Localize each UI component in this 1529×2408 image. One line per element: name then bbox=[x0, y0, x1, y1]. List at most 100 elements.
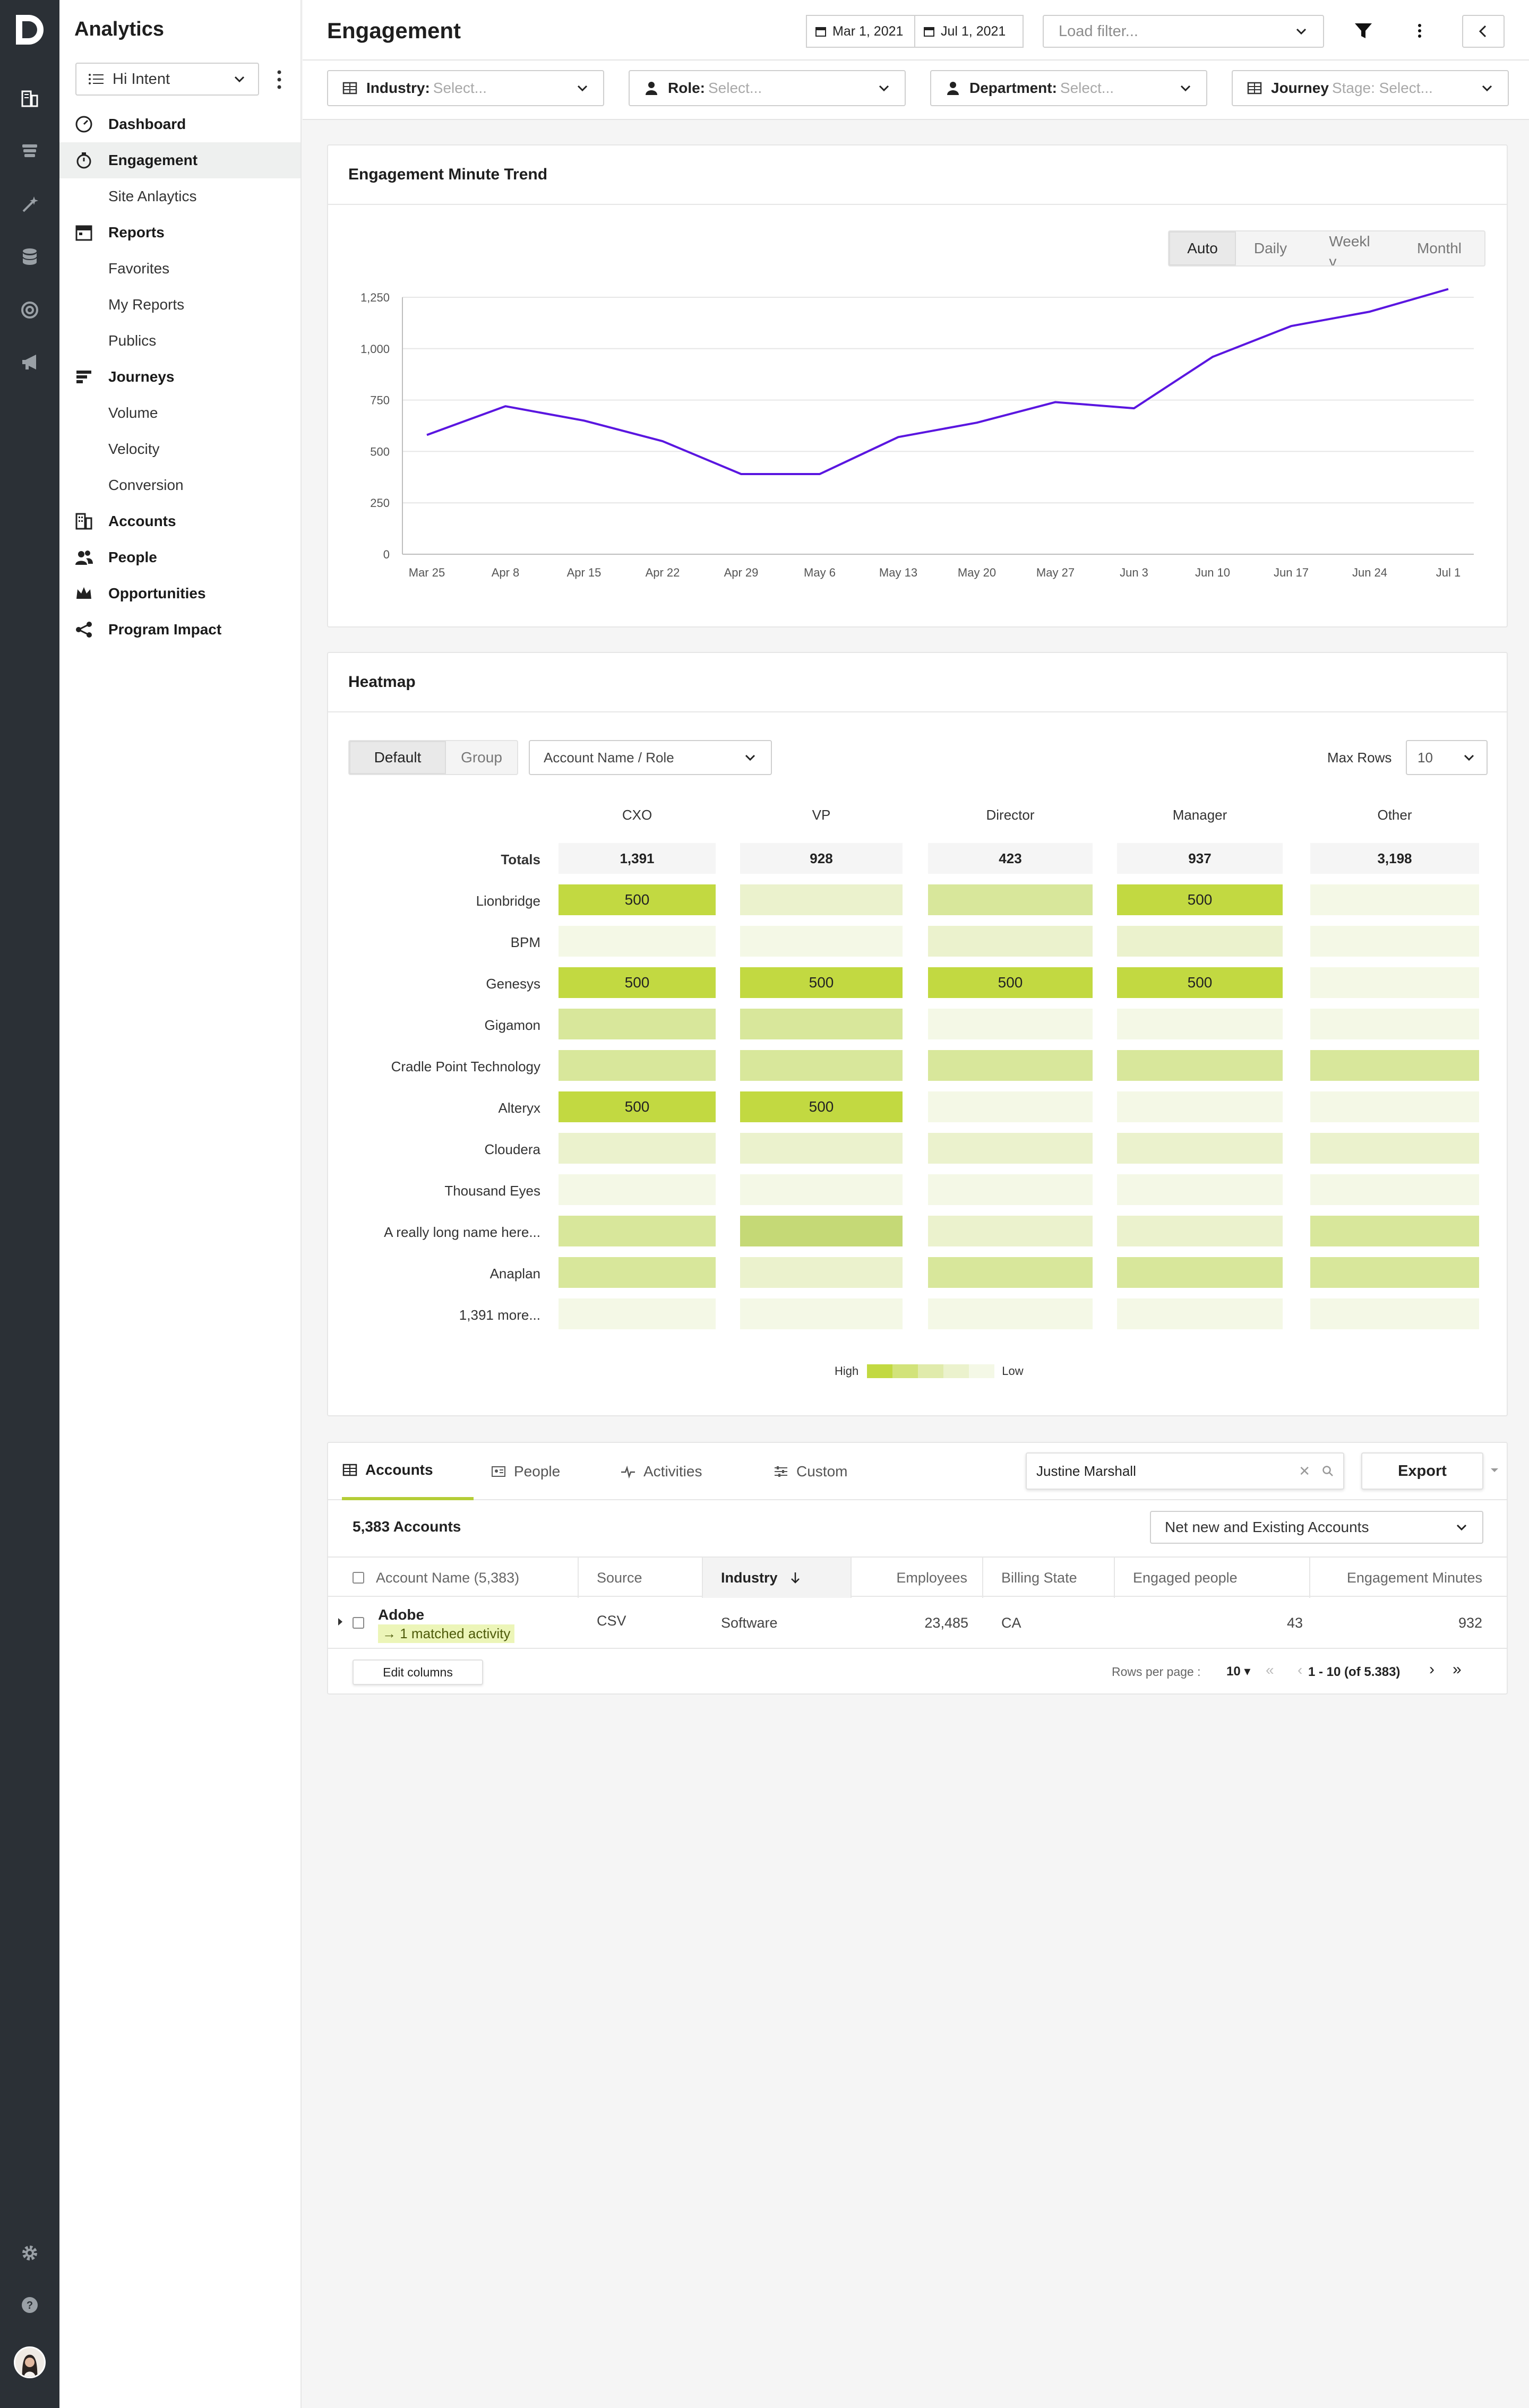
heatmap-cell[interactable] bbox=[1117, 1091, 1283, 1122]
sidebar-item-conversion[interactable]: Conversion bbox=[59, 467, 300, 503]
heatmap-cell[interactable] bbox=[1310, 1091, 1479, 1122]
heatmap-cell[interactable] bbox=[1117, 1009, 1283, 1039]
heatmap-cell[interactable] bbox=[559, 1009, 716, 1039]
heatmap-cell[interactable] bbox=[928, 1174, 1093, 1205]
department-filter[interactable]: Department: Select... bbox=[930, 70, 1207, 106]
matched-activity-badge[interactable]: → 1 matched activity bbox=[378, 1624, 515, 1643]
industry-filter[interactable]: Industry: Select... bbox=[327, 70, 604, 106]
heatmap-cell[interactable]: 500 bbox=[740, 1091, 903, 1122]
heatmap-cell[interactable] bbox=[1310, 1216, 1479, 1246]
column-source[interactable]: Source bbox=[579, 1558, 703, 1598]
sidebar-item-publics[interactable]: Publics bbox=[59, 323, 300, 359]
magic-wand-icon[interactable] bbox=[19, 193, 40, 214]
collapse-panel-button[interactable] bbox=[1462, 15, 1505, 48]
stack-icon[interactable] bbox=[19, 140, 40, 161]
heatmap-cell[interactable] bbox=[928, 1009, 1093, 1039]
heatmap-group-by-select[interactable]: Account Name / Role bbox=[529, 740, 772, 775]
column-account-name[interactable]: Account Name (5,383) bbox=[328, 1558, 579, 1598]
heatmap-cell[interactable] bbox=[740, 1050, 903, 1081]
sidebar-item-favorites[interactable]: Favorites bbox=[59, 251, 300, 287]
column-billing-state[interactable]: Billing State bbox=[983, 1558, 1115, 1598]
heatmap-cell[interactable] bbox=[928, 1216, 1093, 1246]
last-page-icon[interactable]: » bbox=[1453, 1661, 1462, 1679]
sidebar-item-people[interactable]: People bbox=[59, 539, 300, 575]
heatmap-cell[interactable] bbox=[1310, 884, 1479, 915]
clear-search-icon[interactable]: ✕ bbox=[1299, 1463, 1310, 1480]
heatmap-cell[interactable] bbox=[1310, 1050, 1479, 1081]
expand-row-caret-icon[interactable] bbox=[337, 1617, 344, 1627]
heatmap-cell[interactable] bbox=[928, 1091, 1093, 1122]
heatmap-cell[interactable] bbox=[559, 1257, 716, 1288]
search-icon[interactable] bbox=[1322, 1465, 1334, 1477]
sidebar-item-velocity[interactable]: Velocity bbox=[59, 431, 300, 467]
heatmap-cell[interactable] bbox=[928, 884, 1093, 915]
table-row[interactable]: Adobe → 1 matched activity CSV Software … bbox=[328, 1597, 1507, 1649]
table-search-input[interactable]: Justine Marshall ✕ bbox=[1026, 1452, 1344, 1490]
heatmap-cell[interactable] bbox=[1117, 1174, 1283, 1205]
sidebar-item-my-reports[interactable]: My Reports bbox=[59, 287, 300, 323]
heatmap-cell[interactable] bbox=[1310, 967, 1479, 998]
account-name[interactable]: Adobe bbox=[378, 1606, 424, 1623]
load-filter-select[interactable]: Load filter... bbox=[1043, 15, 1324, 48]
heatmap-cell[interactable] bbox=[1310, 1174, 1479, 1205]
sidebar-item-reports[interactable]: Reports bbox=[59, 214, 300, 251]
heatmap-cell[interactable] bbox=[1117, 1050, 1283, 1081]
analytics-icon[interactable] bbox=[19, 88, 40, 109]
logo-icon[interactable] bbox=[13, 13, 47, 47]
sidebar-item-program-impact[interactable]: Program Impact bbox=[59, 612, 300, 648]
sidebar-item-engagement[interactable]: Engagement bbox=[59, 142, 300, 178]
tab-accounts[interactable]: Accounts bbox=[342, 1443, 474, 1500]
column-engagement-minutes[interactable]: Engagement Minutes bbox=[1310, 1558, 1507, 1598]
sidebar-item-journeys[interactable]: Journeys bbox=[59, 359, 300, 395]
heatmap-cell[interactable] bbox=[1310, 1133, 1479, 1164]
heatmap-cell[interactable] bbox=[928, 1133, 1093, 1164]
sidebar-item-site-analytics[interactable]: Site Anlaytics bbox=[59, 178, 300, 214]
heatmap-cell[interactable] bbox=[1310, 1257, 1479, 1288]
heatmap-cell[interactable] bbox=[928, 1257, 1093, 1288]
edit-columns-button[interactable]: Edit columns bbox=[353, 1659, 483, 1685]
row-checkbox[interactable] bbox=[353, 1617, 364, 1629]
first-page-icon[interactable]: « bbox=[1266, 1662, 1274, 1679]
heatmap-cell[interactable]: 500 bbox=[559, 967, 716, 998]
megaphone-icon[interactable] bbox=[19, 351, 40, 373]
heatmap-cell[interactable] bbox=[1117, 1133, 1283, 1164]
heatmap-cell[interactable] bbox=[559, 1050, 716, 1081]
heatmap-cell[interactable] bbox=[1117, 1257, 1283, 1288]
kebab-menu-icon[interactable] bbox=[274, 68, 285, 91]
heatmap-cell[interactable] bbox=[1310, 1009, 1479, 1039]
heatmap-cell[interactable] bbox=[1310, 926, 1479, 957]
heatmap-cell[interactable] bbox=[928, 1298, 1093, 1329]
more-options-icon[interactable] bbox=[1408, 19, 1431, 42]
tab-activities[interactable]: Activities bbox=[620, 1443, 702, 1500]
end-date-picker[interactable]: Jul 1, 2021 bbox=[914, 15, 1024, 48]
heatmap-cell[interactable]: 500 bbox=[1117, 967, 1283, 998]
heatmap-cell[interactable] bbox=[740, 884, 903, 915]
help-icon[interactable]: ? bbox=[19, 2294, 40, 2316]
max-rows-select[interactable]: 10 bbox=[1406, 740, 1488, 775]
heatmap-cell[interactable] bbox=[928, 1050, 1093, 1081]
sort-arrow-down-icon[interactable] bbox=[789, 1571, 801, 1585]
heatmap-cell[interactable] bbox=[559, 1174, 716, 1205]
intent-select[interactable]: Hi Intent bbox=[75, 63, 259, 96]
heatmap-cell[interactable] bbox=[740, 1133, 903, 1164]
heatmap-cell[interactable] bbox=[740, 1174, 903, 1205]
heatmap-cell[interactable] bbox=[928, 926, 1093, 957]
heatmap-cell[interactable] bbox=[740, 1009, 903, 1039]
heatmap-cell[interactable] bbox=[740, 1216, 903, 1246]
heatmap-cell[interactable] bbox=[559, 1133, 716, 1164]
sidebar-item-opportunities[interactable]: Opportunities bbox=[59, 575, 300, 612]
column-engaged-people[interactable]: Engaged people bbox=[1115, 1558, 1310, 1598]
sidebar-item-dashboard[interactable]: Dashboard bbox=[59, 106, 300, 142]
heatmap-cell[interactable]: 500 bbox=[1117, 884, 1283, 915]
heatmap-cell[interactable]: 500 bbox=[740, 967, 903, 998]
column-industry[interactable]: Industry bbox=[703, 1558, 852, 1598]
prev-page-icon[interactable]: ‹ bbox=[1298, 1662, 1302, 1679]
heatmap-cell[interactable]: 500 bbox=[559, 1091, 716, 1122]
next-page-icon[interactable]: › bbox=[1429, 1661, 1434, 1679]
heatmap-cell[interactable] bbox=[559, 1216, 716, 1246]
target-icon[interactable] bbox=[19, 299, 40, 321]
tab-custom[interactable]: Custom bbox=[773, 1443, 847, 1500]
heatmap-cell[interactable] bbox=[559, 1298, 716, 1329]
accounts-view-select[interactable]: Net new and Existing Accounts bbox=[1150, 1511, 1483, 1544]
heatmap-cell[interactable] bbox=[740, 1298, 903, 1329]
